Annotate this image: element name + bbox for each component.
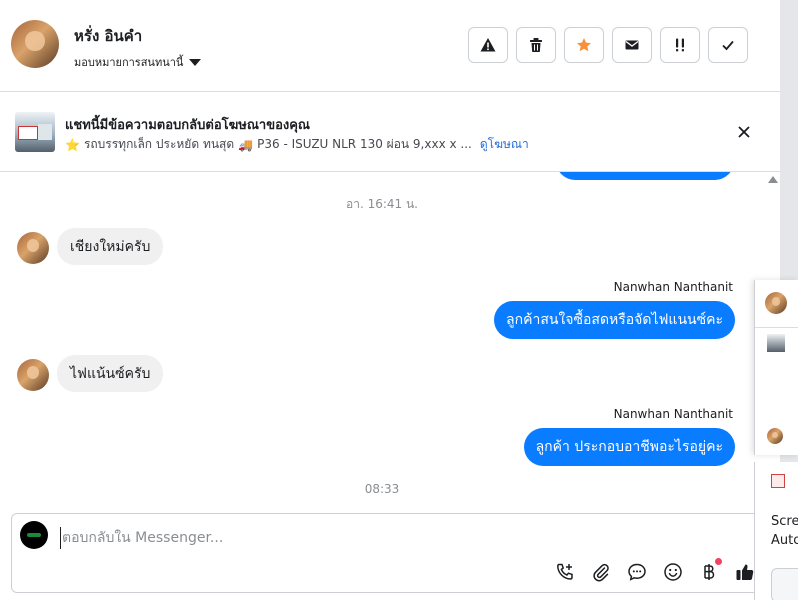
payment-button[interactable] (698, 558, 722, 583)
conversation-toolbar (468, 27, 748, 63)
overlay-ad-thumbnail (767, 334, 785, 352)
notification-text: Scre Auto (771, 512, 798, 550)
ad-subtitle-text: รถบรรทุกเล็ก ประหยัด ทนสุด (83, 137, 235, 151)
baht-icon (704, 564, 715, 580)
assign-label: มอบหมายการสนทนานี้ (74, 56, 184, 69)
star-icon (577, 38, 591, 52)
reply-composer: ตอบกลับใน Messenger... (11, 513, 768, 593)
ad-subtitle-extra: P36 - ISUZU NLR 130 ผ่อน 9,xxx x ... (257, 137, 472, 151)
ad-banner-title: แชทนี้มีข้อความตอบกลับต่อโฆษณาของคุณ (65, 118, 310, 133)
call-button[interactable] (554, 561, 576, 583)
conversation-header: หรั่ง อินคำ มอบหมายการสนทนานี้ (0, 0, 780, 92)
ad-thumbnail[interactable] (15, 112, 55, 152)
checkmark-icon (722, 40, 734, 51)
like-button[interactable] (734, 561, 756, 583)
incoming-message[interactable]: ไฟแน้นซ์ครับ (57, 355, 164, 392)
caret-down-icon (189, 58, 202, 66)
assign-conversation-dropdown[interactable]: มอบหมายการสนทนานี้ (74, 53, 202, 71)
message-thread[interactable]: อา. 16:41 น. เชียงใหม่ครับ Nanwhan Nanth… (0, 172, 764, 510)
paperclip-icon (593, 563, 609, 582)
previous-outgoing-bubble (556, 172, 734, 180)
email-button[interactable] (612, 27, 652, 63)
notification-action-button[interactable] (771, 568, 798, 600)
report-button[interactable] (468, 27, 508, 63)
phone-plus-icon (557, 563, 573, 580)
trash-icon (530, 38, 542, 52)
star-button[interactable] (564, 27, 604, 63)
close-banner-button[interactable] (734, 122, 754, 142)
page-avatar (20, 521, 48, 549)
overlay-avatar (765, 292, 787, 314)
incoming-message[interactable]: เชียงใหม่ครับ (57, 228, 164, 265)
warning-icon (480, 38, 496, 52)
overlay-small-avatar (767, 428, 783, 444)
smiley-icon (664, 563, 682, 581)
chat-bubble-icon (628, 563, 646, 581)
truck-emoji-icon: 🚚 (238, 137, 254, 152)
contact-name[interactable]: หรั่ง อินคำ (74, 24, 142, 48)
notification-line-2: Auto (771, 533, 798, 548)
overlay-screenshot-notification[interactable]: Scre Auto (754, 462, 798, 600)
priority-button[interactable] (660, 27, 700, 63)
emoji-button[interactable] (662, 561, 684, 583)
outgoing-message[interactable]: ลูกค้าสนใจซื้อสดหรือจัดไฟแนนซ์คะ (494, 301, 735, 339)
attach-button[interactable] (590, 561, 612, 583)
screenshot-app-icon (771, 474, 785, 488)
overlay-divider (755, 327, 798, 328)
envelope-icon (625, 40, 639, 50)
star-emoji-icon: ⭐ (65, 137, 80, 152)
delete-button[interactable] (516, 27, 556, 63)
thumbs-up-icon (736, 564, 754, 580)
notification-dot (715, 558, 722, 565)
contact-avatar-small[interactable] (17, 232, 49, 264)
scroll-up-arrow-icon[interactable] (768, 176, 778, 183)
sender-name: Nanwhan Nanthanit (613, 280, 733, 294)
ad-banner-subtitle: ⭐ รถบรรทุกเล็ก ประหยัด ทนสุด 🚚 P36 - ISU… (65, 135, 529, 154)
close-icon (738, 126, 750, 138)
contact-avatar-small[interactable] (17, 359, 49, 391)
timestamp-divider: อา. 16:41 น. (346, 197, 418, 211)
timestamp-divider: 08:33 (364, 482, 400, 496)
ad-reply-banner: แชทนี้มีข้อความตอบกลับต่อโฆษณาของคุณ ⭐ ร… (0, 92, 780, 172)
saved-replies-button[interactable] (626, 561, 648, 583)
reply-input[interactable]: ตอบกลับใน Messenger... (60, 527, 223, 549)
contact-avatar[interactable] (11, 20, 59, 68)
view-ad-link[interactable]: ดูโฆษณา (480, 135, 529, 154)
notification-line-1: Scre (771, 514, 798, 529)
app: หรั่ง อินคำ มอบหมายการสนทนานี้ แชทนี้มีข… (0, 0, 798, 600)
mark-done-button[interactable] (708, 27, 748, 63)
overlay-conversation-preview[interactable] (754, 280, 798, 455)
sender-name: Nanwhan Nanthanit (613, 407, 733, 421)
outgoing-message[interactable]: ลูกค้า ประกอบอาชีพอะไรอยู่คะ (523, 428, 735, 466)
conversation-pane: หรั่ง อินคำ มอบหมายการสนทนานี้ แชทนี้มีข… (0, 0, 780, 600)
double-exclamation-icon (676, 38, 684, 52)
composer-toolbar (554, 558, 756, 583)
